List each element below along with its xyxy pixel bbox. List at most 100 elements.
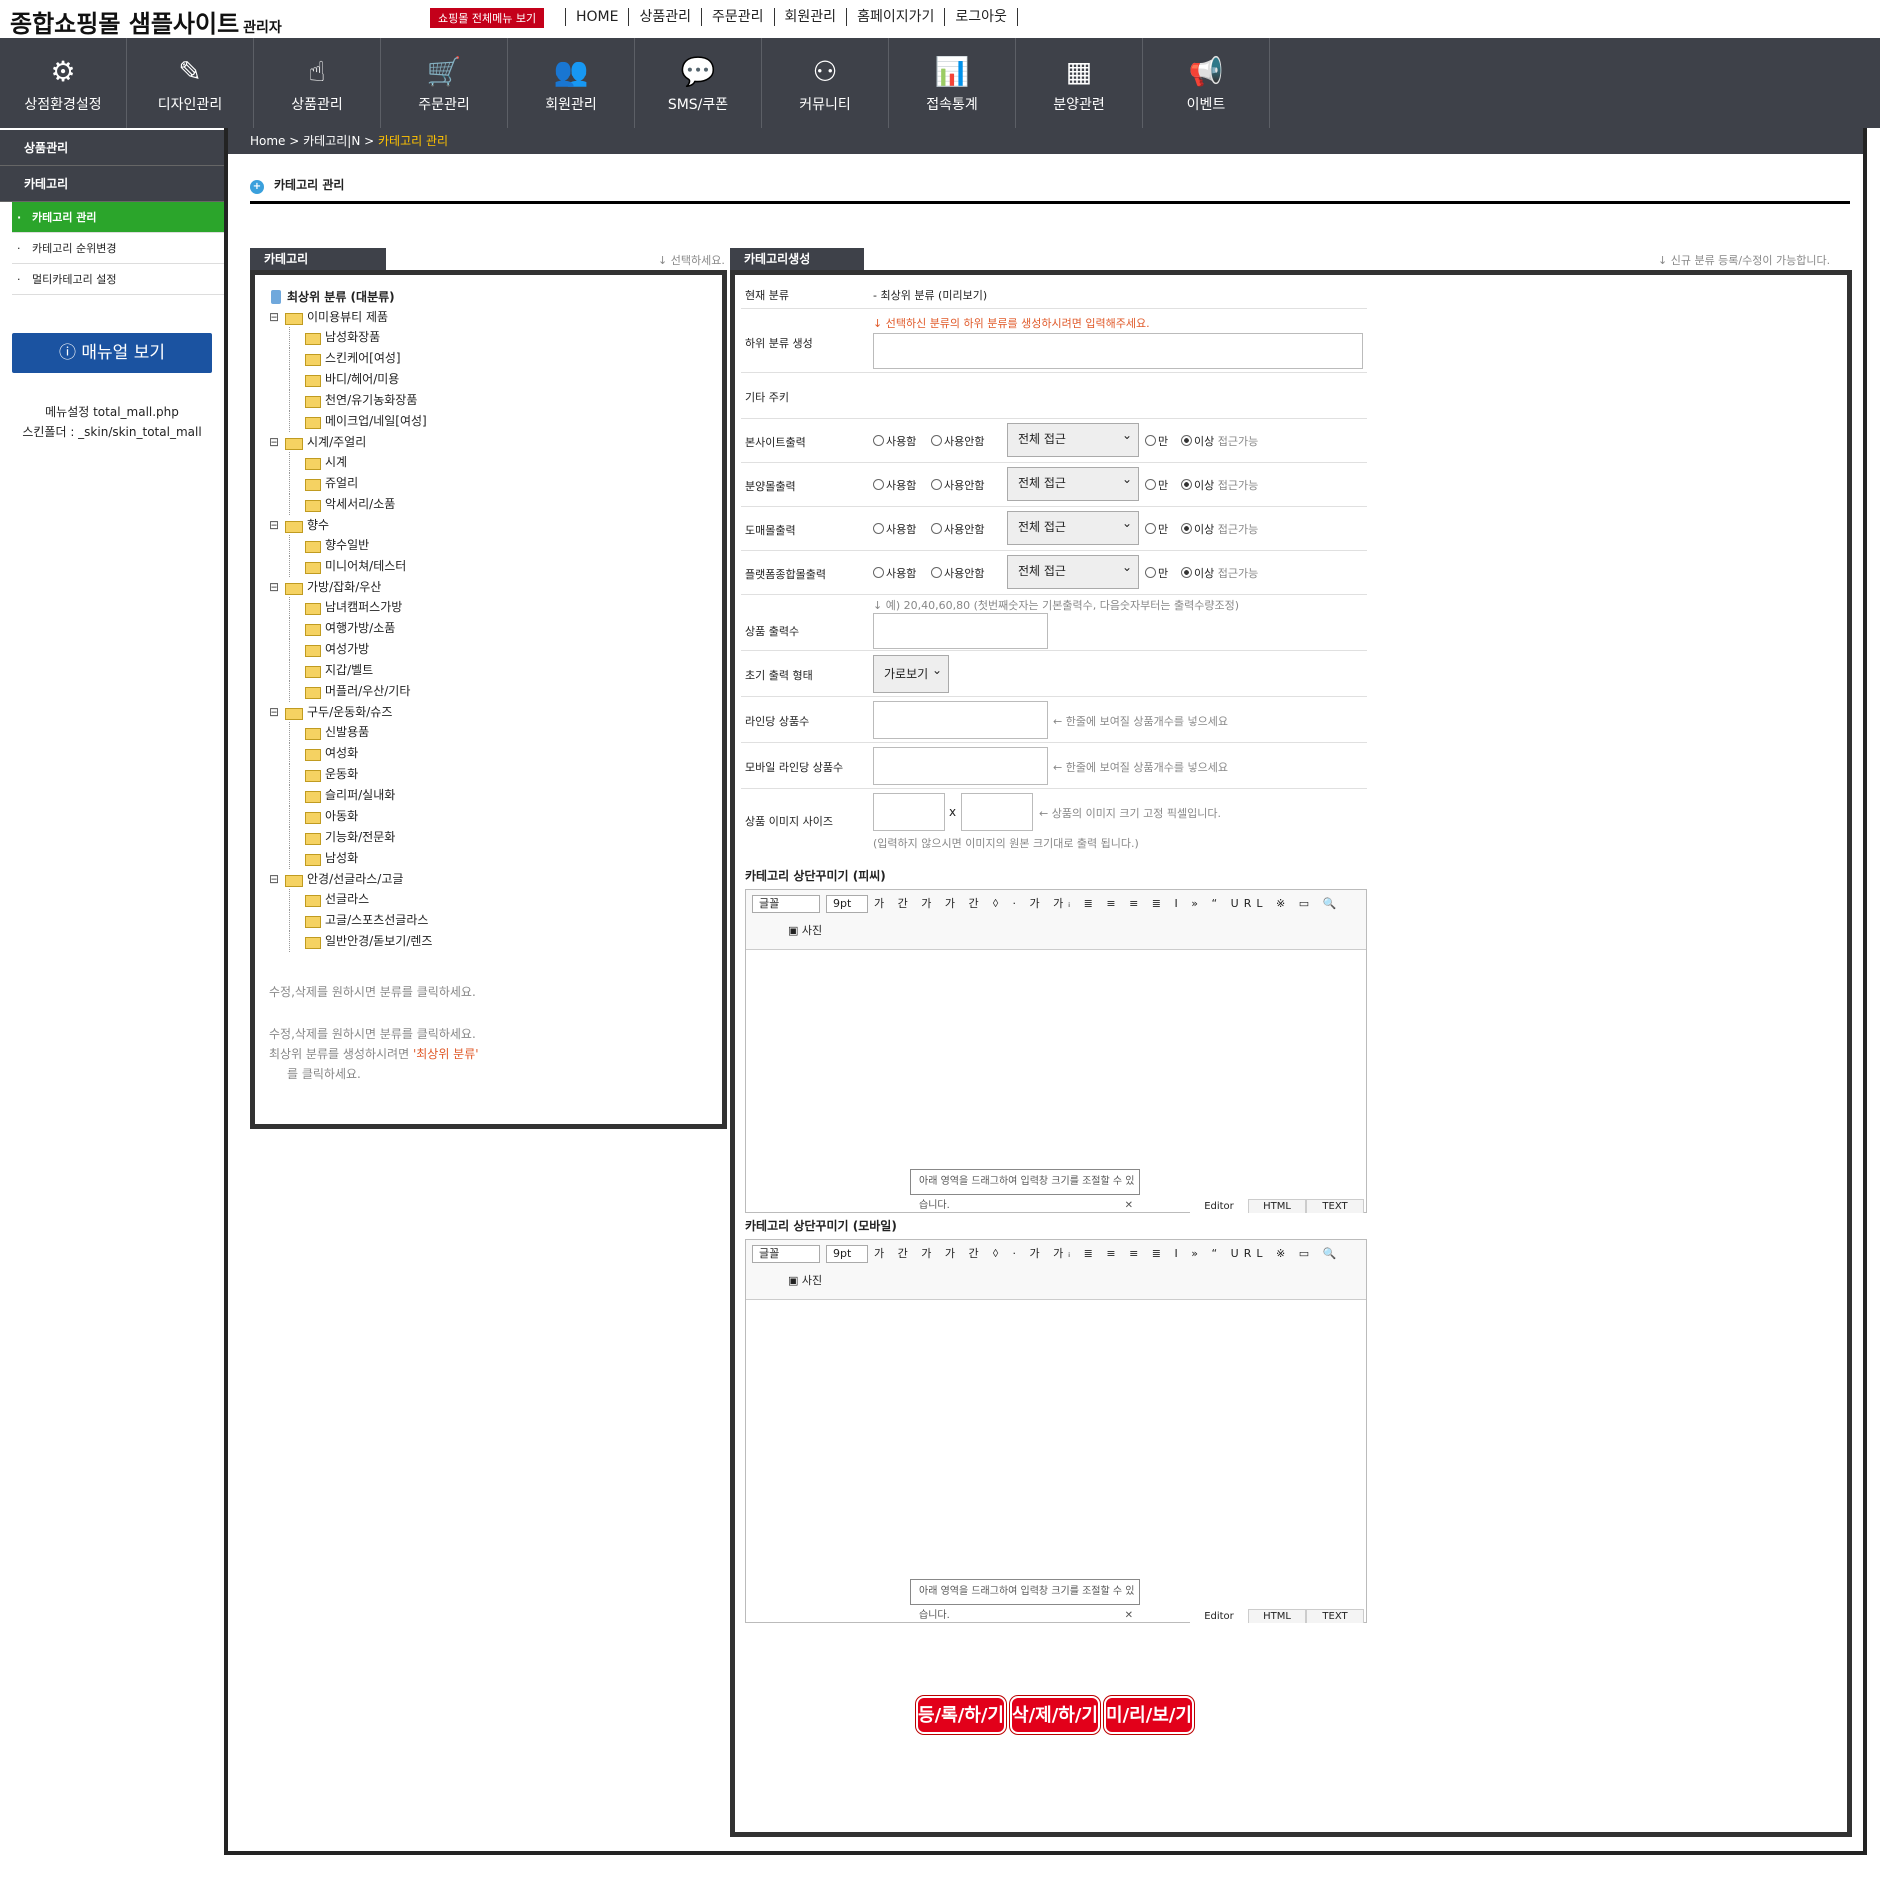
product-count-input[interactable]	[873, 613, 1048, 649]
use-radio[interactable]: 사용함	[873, 565, 916, 581]
nouse-radio[interactable]: 사용안함	[931, 433, 984, 449]
tree-root[interactable]: 최상위 분류 (대분류)	[269, 287, 722, 307]
tab-editor[interactable]: Editor	[1190, 1609, 1248, 1623]
nav-statistics[interactable]: 📊 접속통계	[889, 38, 1016, 128]
tab-html[interactable]: HTML	[1248, 1199, 1306, 1213]
above-radio[interactable]: 이상 접근가능	[1181, 433, 1258, 449]
nav-reseller[interactable]: ▦ 분양관련	[1016, 38, 1143, 128]
top-link-logout[interactable]: 로그아웃	[944, 8, 1018, 26]
tree-item[interactable]: 기능화/전문화	[269, 827, 722, 848]
tree-item[interactable]: 선글라스	[269, 889, 722, 910]
subcategory-input[interactable]	[873, 333, 1363, 369]
tree-group[interactable]: 향수	[269, 515, 722, 535]
manual-button[interactable]: ⓘ 매뉴얼 보기	[12, 333, 212, 373]
font-select[interactable]: 글꼴	[752, 1245, 820, 1263]
photo-button[interactable]: ▣ 사진	[788, 1272, 822, 1288]
tree-item[interactable]: 향수일반	[269, 535, 722, 556]
use-radio[interactable]: 사용함	[873, 433, 916, 449]
top-link-homepage[interactable]: 홈페이지가기	[846, 8, 944, 26]
size-select[interactable]: 9pt	[826, 1245, 868, 1263]
only-radio[interactable]: 만	[1145, 477, 1168, 493]
sidebar-item-category-order[interactable]: 카테고리 순위변경	[12, 233, 224, 264]
image-width-input[interactable]	[873, 793, 945, 831]
tree-item[interactable]: 남성화장품	[269, 327, 722, 348]
tree-item[interactable]: 메이크업/네일[여성]	[269, 411, 722, 432]
nav-design[interactable]: ✎ 디자인관리	[127, 38, 254, 128]
all-menu-button[interactable]: 쇼핑몰 전체메뉴 보기	[430, 8, 545, 28]
only-radio[interactable]: 만	[1145, 521, 1168, 537]
above-radio[interactable]: 이상 접근가능	[1181, 477, 1258, 493]
tree-item[interactable]: 여성가방	[269, 639, 722, 660]
above-radio[interactable]: 이상 접근가능	[1181, 565, 1258, 581]
tree-group[interactable]: 시계/주얼리	[269, 432, 722, 452]
tree-item[interactable]: 미니어쳐/테스터	[269, 556, 722, 577]
tree-item[interactable]: 쥬얼리	[269, 473, 722, 494]
nouse-radio[interactable]: 사용안함	[931, 477, 984, 493]
tree-item[interactable]: 지갑/벨트	[269, 660, 722, 681]
access-select[interactable]: 전체 접근	[1007, 508, 1139, 545]
nav-store-settings[interactable]: ⚙ 상점환경설정	[0, 38, 127, 128]
delete-button[interactable]: 삭/제/하/기	[1010, 1696, 1100, 1734]
view-type-select[interactable]: 가로보기	[873, 652, 949, 693]
top-link-home[interactable]: HOME	[565, 8, 628, 26]
top-link-orders[interactable]: 주문관리	[701, 8, 774, 26]
line-count-input[interactable]	[873, 701, 1048, 739]
nav-products[interactable]: ☝ 상품관리	[254, 38, 381, 128]
sidebar-item-multi-category[interactable]: 멀티카테고리 설정	[12, 264, 224, 295]
nav-sms-coupon[interactable]: 💬 SMS/쿠폰	[635, 38, 762, 128]
tree-item[interactable]: 슬리퍼/실내화	[269, 785, 722, 806]
tree-item[interactable]: 남녀캠퍼스가방	[269, 597, 722, 618]
use-radio[interactable]: 사용함	[873, 477, 916, 493]
sidebar-item-category-manage[interactable]: 카테고리 관리	[12, 202, 224, 233]
size-select[interactable]: 9pt	[826, 895, 868, 913]
tree-item[interactable]: 시계	[269, 452, 722, 473]
font-select[interactable]: 글꼴	[752, 895, 820, 913]
nav-event[interactable]: 📢 이벤트	[1143, 38, 1270, 128]
root-link[interactable]: '최상위 분류'	[413, 1047, 479, 1061]
tree-item[interactable]: 악세서리/소품	[269, 494, 722, 515]
tab-text[interactable]: TEXT	[1306, 1199, 1364, 1213]
preview-button[interactable]: 미/리/보/기	[1104, 1696, 1194, 1734]
tree-item[interactable]: 바디/헤어/미용	[269, 369, 722, 390]
top-link-products[interactable]: 상품관리	[628, 8, 701, 26]
nav-orders[interactable]: 🛒 주문관리	[381, 38, 508, 128]
tree-group[interactable]: 가방/잡화/우산	[269, 577, 722, 597]
only-radio[interactable]: 만	[1145, 565, 1168, 581]
tab-editor[interactable]: Editor	[1190, 1199, 1248, 1213]
tree-group[interactable]: 안경/선글라스/고글	[269, 869, 722, 889]
tree-item[interactable]: 신발용품	[269, 722, 722, 743]
access-select[interactable]: 전체 접근	[1007, 464, 1139, 501]
tree-item[interactable]: 머플러/우산/기타	[269, 681, 722, 702]
photo-button[interactable]: ▣ 사진	[788, 922, 822, 938]
tree-item[interactable]: 아동화	[269, 806, 722, 827]
image-height-input[interactable]	[961, 793, 1033, 831]
editor-mobile[interactable]: 글꼴 9pt 가 간 가 가 간 ꕺ · 가 가ᵢ ≣ ≡ ≡ ≣ I » “ …	[745, 1239, 1367, 1623]
tree-item[interactable]: 운동화	[269, 764, 722, 785]
tree-item[interactable]: 남성화	[269, 848, 722, 869]
register-button[interactable]: 등/록/하/기	[916, 1696, 1006, 1734]
close-icon[interactable]: ✕	[1125, 1604, 1133, 1628]
nav-community[interactable]: ⚇ 커뮤니티	[762, 38, 889, 128]
use-radio[interactable]: 사용함	[873, 521, 916, 537]
tree-group[interactable]: 구두/운동화/슈즈	[269, 702, 722, 722]
nouse-radio[interactable]: 사용안함	[931, 521, 984, 537]
above-radio[interactable]: 이상 접근가능	[1181, 521, 1258, 537]
tab-text[interactable]: TEXT	[1306, 1609, 1364, 1623]
toolbar-buttons[interactable]: 가 간 가 가 간 ꕺ · 가 가ᵢ ≣ ≡ ≡ ≣ I » “ URL ※ ▭…	[874, 895, 1341, 911]
toolbar-buttons[interactable]: 가 간 가 가 간 ꕺ · 가 가ᵢ ≣ ≡ ≡ ≣ I » “ URL ※ ▭…	[874, 1245, 1341, 1261]
editor-pc[interactable]: 글꼴 9pt 가 간 가 가 간 ꕺ · 가 가ᵢ ≣ ≡ ≡ ≣ I » “ …	[745, 889, 1367, 1213]
tree-item[interactable]: 여성화	[269, 743, 722, 764]
access-select[interactable]: 전체 접근	[1007, 420, 1139, 457]
tree-item[interactable]: 일반안경/돋보기/렌즈	[269, 931, 722, 952]
close-icon[interactable]: ✕	[1125, 1194, 1133, 1218]
tree-item[interactable]: 여행가방/소품	[269, 618, 722, 639]
tree-item[interactable]: 고글/스포츠선글라스	[269, 910, 722, 931]
nav-members[interactable]: 👥 회원관리	[508, 38, 635, 128]
access-select[interactable]: 전체 접근	[1007, 552, 1139, 589]
tree-item[interactable]: 천연/유기농화장품	[269, 390, 722, 411]
tree-item[interactable]: 스킨케어[여성]	[269, 348, 722, 369]
mobile-line-count-input[interactable]	[873, 747, 1048, 785]
nouse-radio[interactable]: 사용안함	[931, 565, 984, 581]
top-link-members[interactable]: 회원관리	[773, 8, 847, 26]
tree-group[interactable]: 이미용뷰티 제품	[269, 307, 722, 327]
